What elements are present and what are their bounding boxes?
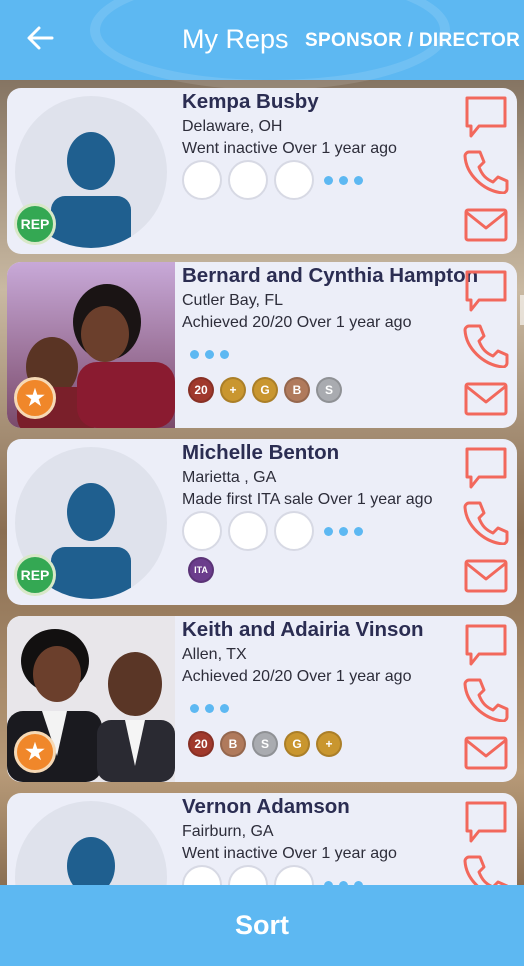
progress-circles	[182, 511, 369, 551]
rep-avatar: ★	[7, 262, 175, 428]
progress-circles	[182, 865, 369, 885]
rep-location: Cutler Bay, FL	[182, 292, 284, 309]
rep-status: Achieved 20/20 Over 1 year ago	[182, 314, 412, 331]
rep-name[interactable]: Keith and Adairia Vinson	[182, 618, 424, 642]
reps-list[interactable]: REP Kempa Busby Delaware, OH Went inactive …	[0, 80, 524, 885]
message-icon[interactable]	[463, 622, 509, 668]
rep-status: Made first ITA sale Over 1 year ago	[182, 491, 433, 508]
rep-actions	[463, 622, 509, 778]
phone-icon[interactable]	[463, 322, 509, 369]
more-dots-icon[interactable]	[324, 175, 369, 185]
director-star-icon: ★	[14, 731, 56, 773]
rep-actions	[463, 799, 509, 885]
rep-status: Achieved 20/20 Over 1 year ago	[182, 668, 412, 685]
rep-location: Allen, TX	[182, 646, 247, 663]
award-badges: 20 + G B S	[188, 377, 348, 403]
progress-circle	[274, 865, 314, 885]
rep-badge: REP	[14, 203, 56, 245]
award-badge: S	[316, 377, 342, 403]
award-badge: +	[220, 377, 246, 403]
phone-icon[interactable]	[463, 676, 509, 723]
rep-actions	[463, 445, 509, 601]
rep-card[interactable]: ★ Bernard and Cynthia Hampton Cutler Bay, …	[7, 262, 517, 428]
award-badge: B	[220, 731, 246, 757]
rep-location: Marietta , GA	[182, 469, 277, 486]
award-badge: G	[252, 377, 278, 403]
award-badge: B	[284, 377, 310, 403]
award-badge: G	[284, 731, 310, 757]
progress-circle	[228, 160, 268, 200]
rep-name[interactable]: Michelle Benton	[182, 441, 339, 465]
rep-status: Went inactive Over 1 year ago	[182, 140, 397, 157]
app-header: My Reps SPONSOR / DIRECTOR	[0, 0, 524, 90]
more-dots-icon[interactable]	[324, 526, 369, 536]
award-badge: 20	[188, 731, 214, 757]
rep-card[interactable]: REP Michelle Benton Marietta , GA Made firs…	[7, 439, 517, 605]
phone-icon[interactable]	[463, 499, 509, 546]
progress-circle	[228, 511, 268, 551]
progress-circle	[274, 511, 314, 551]
rep-card[interactable]: Vernon Adamson Fairburn, GA Went inactive …	[7, 793, 517, 885]
award-badges: 20 B S G +	[188, 731, 348, 757]
award-badges: ITA	[188, 557, 220, 583]
email-icon[interactable]	[463, 730, 509, 776]
arrow-left-icon[interactable]	[22, 20, 58, 56]
email-icon[interactable]	[463, 376, 509, 422]
progress-circles	[182, 160, 369, 200]
rep-location: Delaware, OH	[182, 118, 283, 135]
sort-button[interactable]: Sort	[0, 885, 524, 966]
rep-actions	[463, 268, 509, 424]
rep-name[interactable]: Bernard and Cynthia Hampton	[182, 264, 478, 288]
rep-avatar: REP	[7, 439, 175, 605]
page-title: My Reps	[182, 24, 289, 54]
message-icon[interactable]	[463, 268, 509, 314]
progress-circle	[274, 160, 314, 200]
message-icon[interactable]	[463, 94, 509, 140]
message-icon[interactable]	[463, 445, 509, 491]
rep-actions	[463, 94, 509, 250]
award-badge: S	[252, 731, 278, 757]
more-dots-icon[interactable]	[190, 704, 235, 713]
award-badge: 20	[188, 377, 214, 403]
rep-card[interactable]: ★ Keith and Adairia Vinson Allen, TX Achiev…	[7, 616, 517, 782]
rep-avatar	[7, 793, 175, 885]
placeholder-avatar-icon	[15, 801, 167, 885]
rep-badge: REP	[14, 554, 56, 596]
rep-avatar: ★	[7, 616, 175, 782]
progress-circle	[182, 160, 222, 200]
award-badge: ITA	[188, 557, 214, 583]
rep-name[interactable]: Vernon Adamson	[182, 795, 350, 819]
message-icon[interactable]	[463, 799, 509, 845]
progress-circle	[182, 511, 222, 551]
rep-location: Fairburn, GA	[182, 823, 274, 840]
progress-circle	[182, 865, 222, 885]
progress-circle	[228, 865, 268, 885]
scrollbar[interactable]	[520, 295, 524, 325]
phone-icon[interactable]	[463, 148, 509, 195]
mode-toggle[interactable]: SPONSOR / DIRECTOR	[305, 30, 520, 52]
director-star-icon: ★	[14, 377, 56, 419]
email-icon[interactable]	[463, 202, 509, 248]
email-icon[interactable]	[463, 553, 509, 599]
phone-icon[interactable]	[463, 853, 509, 885]
rep-card[interactable]: REP Kempa Busby Delaware, OH Went inactive …	[7, 88, 517, 254]
rep-status: Went inactive Over 1 year ago	[182, 845, 397, 862]
rep-avatar: REP	[7, 88, 175, 254]
rep-name[interactable]: Kempa Busby	[182, 90, 319, 114]
award-badge: +	[316, 731, 342, 757]
more-dots-icon[interactable]	[190, 350, 235, 359]
